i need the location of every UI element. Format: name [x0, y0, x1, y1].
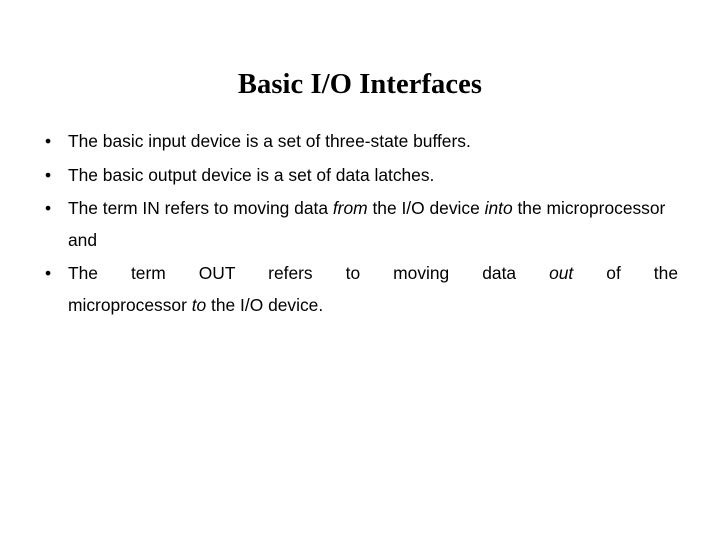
text-segment: microprocessor: [68, 294, 192, 315]
justified-line: The term OUT refers to moving data out o…: [68, 258, 678, 290]
text-segment: The term OUT refers to moving data: [68, 263, 550, 283]
list-item: • The term IN refers to moving data from…: [38, 193, 678, 256]
emphasis-out: out: [549, 263, 574, 283]
emphasis-from: from: [332, 198, 368, 218]
bullet-point-icon: •: [45, 164, 52, 185]
text-segment: the I/O device: [367, 198, 485, 218]
page-title: Basic I/O Interfaces: [237, 69, 483, 101]
list-item: • The basic output device is a set of da…: [38, 160, 678, 192]
bullet-point-icon: •: [45, 131, 52, 151]
emphasis-into: into: [484, 198, 513, 218]
justified-line: microprocessor to the I/O device.: [68, 290, 678, 322]
bullet-list: • The basic input device is a set of thr…: [38, 126, 678, 323]
bullet-output-device-text: The basic output device is a set of data…: [68, 164, 435, 185]
text-segment: The term IN refers to moving data: [68, 198, 333, 218]
bullet-term-out-text: The term OUT refers to moving data out o…: [68, 258, 678, 321]
bullet-input-device-text: The basic input device is a set of three…: [68, 131, 471, 151]
bullet-point-icon: •: [45, 198, 52, 218]
list-item: • The basic input device is a set of thr…: [38, 126, 678, 158]
bullet-point-icon: •: [45, 263, 52, 283]
bullet-term-in-text: The term IN refers to moving data from t…: [68, 193, 678, 256]
slide-canvas: Basic I/O Interfaces • The basic input d…: [0, 0, 720, 540]
emphasis-to: to: [191, 294, 207, 315]
text-segment: of the: [573, 263, 678, 283]
list-item: • The term OUT refers to moving data out…: [38, 258, 678, 321]
text-segment: the I/O device.: [206, 294, 324, 315]
